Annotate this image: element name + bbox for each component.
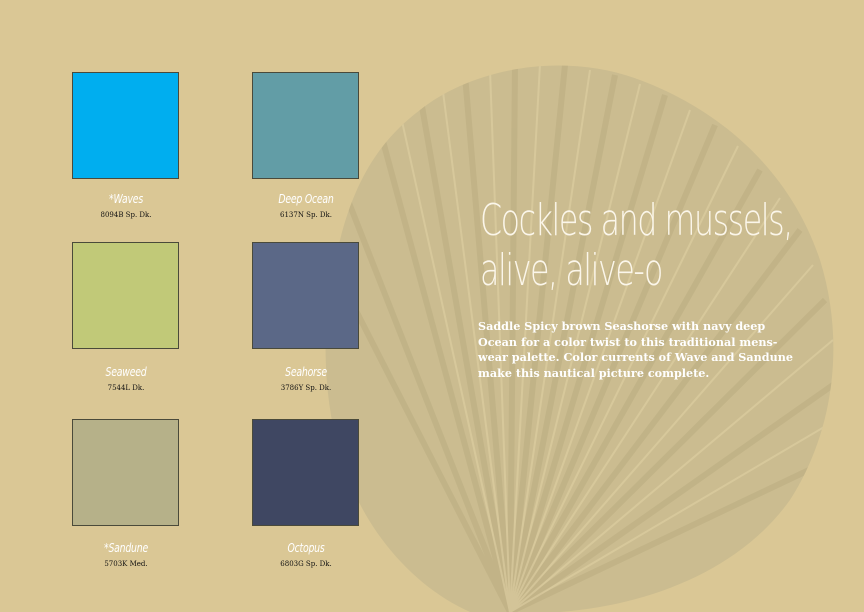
swatch-name: Seahorse xyxy=(285,365,327,379)
color-swatch xyxy=(252,242,359,349)
page: *Waves 8094B Sp. Dk. Deep Ocean 6137N Sp… xyxy=(0,0,864,612)
headline: Cockles and mussels, alive, alive-o xyxy=(480,195,793,296)
swatch-name: Deep Ocean xyxy=(278,192,334,206)
color-swatch xyxy=(252,419,359,526)
swatch-code: 5703K Med. xyxy=(104,560,148,568)
color-swatch xyxy=(72,419,179,526)
headline-line-1: Cockles and mussels, xyxy=(480,195,793,246)
swatch-code: 8094B Sp. Dk. xyxy=(100,211,152,219)
swatch-code: 3786Y Sp. Dk. xyxy=(280,384,332,392)
swatch-name: Octopus xyxy=(287,541,325,555)
headline-line-2: alive, alive-o xyxy=(480,245,663,296)
body-copy: Saddle Spicy brown Seashorse with navy d… xyxy=(478,319,793,380)
swatch-code: 6137N Sp. Dk. xyxy=(280,211,332,219)
color-swatch xyxy=(72,72,179,179)
swatch-name: Seaweed xyxy=(105,365,147,379)
color-swatch xyxy=(72,242,179,349)
swatch-code: 6803G Sp. Dk. xyxy=(280,560,332,568)
color-swatch xyxy=(252,72,359,179)
swatch-name: *Sandune xyxy=(104,541,148,555)
swatch-name: *Waves xyxy=(109,192,143,206)
swatch-code: 7544L Dk. xyxy=(107,384,145,392)
